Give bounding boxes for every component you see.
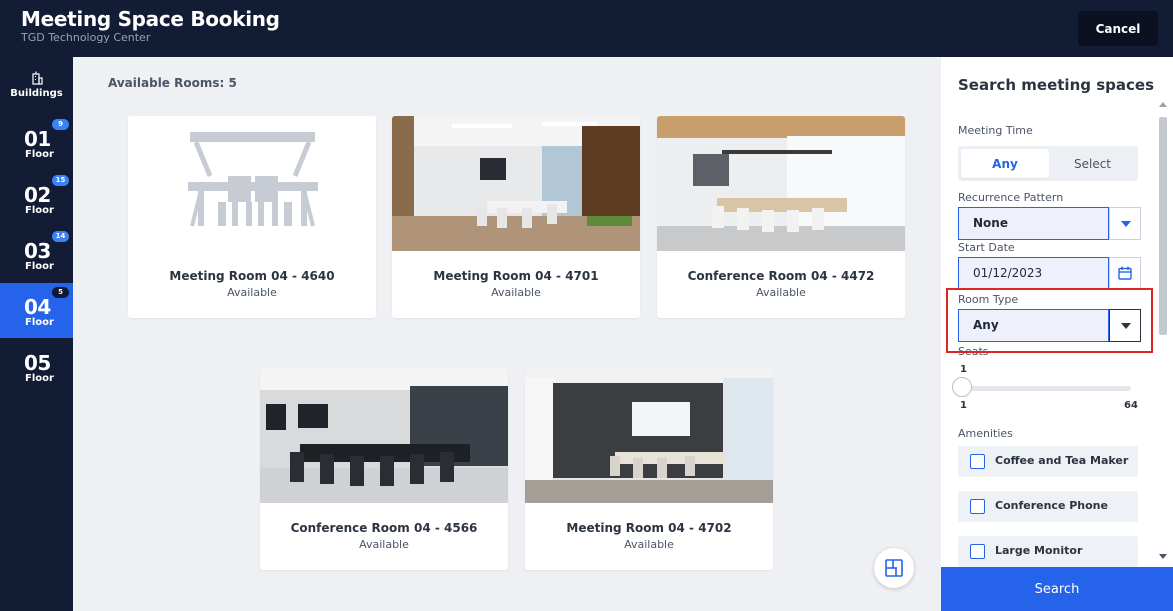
seats-slider-track[interactable]: [961, 386, 1131, 391]
calendar-icon: [1118, 266, 1132, 280]
room-card[interactable]: Meeting Room 04 - 4701 Available: [392, 116, 640, 318]
floor-room-count-badge: 14: [52, 231, 69, 242]
room-name: Meeting Room 04 - 4701: [433, 269, 599, 283]
room-placeholder-image: [128, 116, 376, 251]
amenity-checkbox[interactable]: [970, 544, 985, 559]
room-name: Meeting Room 04 - 4702: [566, 521, 732, 535]
room-status: Available: [227, 286, 277, 299]
room-photo-graphic: [260, 368, 508, 503]
seats-min: 1: [960, 400, 967, 411]
room-card[interactable]: Meeting Room 04 - 4640 Available: [128, 116, 376, 318]
recurrence-label: Recurrence Pattern: [958, 191, 1064, 204]
floor-room-count-badge: 5: [52, 287, 69, 298]
floor-rail: Buildings 01 9 Floor 02 15 Floor 03 14 F…: [0, 57, 73, 611]
floor-label: Floor: [25, 149, 54, 160]
buildings-label: Buildings: [10, 88, 63, 99]
floor-plan-button[interactable]: [874, 548, 914, 588]
room-status: Available: [756, 286, 806, 299]
search-button[interactable]: Search: [941, 567, 1173, 611]
seats-slider-thumb[interactable]: [952, 377, 972, 397]
floor-number: 05: [24, 351, 51, 375]
floor-item-02[interactable]: 02 15 Floor: [0, 171, 73, 226]
meeting-time-select[interactable]: Select: [1050, 149, 1135, 178]
room-name: Conference Room 04 - 4566: [290, 521, 478, 535]
amenity-label: Coffee and Tea Maker: [995, 454, 1129, 467]
floor-item-01[interactable]: 01 9 Floor: [0, 115, 73, 170]
room-card[interactable]: Meeting Room 04 - 4702 Available: [525, 368, 773, 570]
recurrence-dropdown-button[interactable]: [1109, 207, 1141, 240]
floor-number: 04: [24, 295, 51, 319]
room-photo: [525, 368, 773, 503]
meeting-time-any[interactable]: Any: [961, 149, 1049, 178]
scroll-down-icon[interactable]: [1159, 554, 1167, 559]
floor-number: 03: [24, 239, 51, 263]
amenity-checkbox[interactable]: [970, 454, 985, 469]
amenity-label: Large Monitor: [995, 544, 1083, 557]
floor-label: Floor: [25, 373, 54, 384]
meeting-time-toggle: Any Select: [958, 146, 1138, 181]
floor-item-03[interactable]: 03 14 Floor: [0, 227, 73, 282]
seats-value: 1: [960, 364, 967, 375]
floor-number: 01: [24, 127, 51, 151]
floor-item-04[interactable]: 04 5 Floor: [0, 283, 73, 338]
meeting-time-label: Meeting Time: [958, 124, 1033, 137]
floor-number: 02: [24, 183, 51, 207]
amenity-large-monitor[interactable]: Large Monitor: [958, 536, 1138, 567]
floor-label: Floor: [25, 205, 54, 216]
room-photo-graphic: [392, 116, 640, 251]
cancel-button[interactable]: Cancel: [1078, 11, 1158, 46]
app-header: Meeting Space Booking TGD Technology Cen…: [0, 0, 1173, 57]
floor-plan-icon: [885, 559, 903, 577]
room-photo-graphic: [525, 368, 773, 503]
buildings-nav-item[interactable]: Buildings: [0, 71, 73, 111]
amenity-conference-phone[interactable]: Conference Phone: [958, 491, 1138, 522]
amenities-label: Amenities: [958, 427, 1013, 440]
room-name: Meeting Room 04 - 4640: [169, 269, 335, 283]
scroll-up-icon[interactable]: [1159, 102, 1167, 107]
start-date-label: Start Date: [958, 241, 1015, 254]
amenity-checkbox[interactable]: [970, 499, 985, 514]
meeting-table-icon: [188, 132, 318, 227]
room-type-highlight: [946, 288, 1153, 353]
room-card[interactable]: Conference Room 04 - 4472 Available: [657, 116, 905, 318]
room-photo: [260, 368, 508, 503]
room-photo: [392, 116, 640, 251]
app-title: Meeting Space Booking: [21, 7, 280, 31]
room-name: Conference Room 04 - 4472: [687, 269, 875, 283]
start-date-input[interactable]: 01/12/2023: [958, 257, 1109, 290]
floor-room-count-badge: 9: [52, 119, 69, 130]
room-status: Available: [359, 538, 409, 551]
floor-item-05[interactable]: 05 Floor: [0, 339, 73, 394]
available-rooms-count: Available Rooms: 5: [108, 76, 237, 90]
floor-label: Floor: [25, 317, 54, 328]
room-photo-graphic: [657, 116, 905, 251]
amenity-label: Conference Phone: [995, 499, 1108, 512]
room-status: Available: [491, 286, 541, 299]
panel-scrollbar[interactable]: [1156, 97, 1169, 567]
building-icon: [31, 71, 43, 85]
room-photo: [657, 116, 905, 251]
recurrence-select[interactable]: None: [958, 207, 1109, 240]
app-subtitle: TGD Technology Center: [21, 31, 151, 44]
seats-max: 64: [1124, 400, 1138, 411]
amenity-coffee-and-tea-maker[interactable]: Coffee and Tea Maker: [958, 446, 1138, 477]
room-status: Available: [624, 538, 674, 551]
floor-room-count-badge: 15: [52, 175, 69, 186]
room-card[interactable]: Conference Room 04 - 4566 Available: [260, 368, 508, 570]
scrollbar-thumb[interactable]: [1159, 117, 1167, 335]
chevron-down-icon: [1121, 221, 1131, 227]
search-panel-title: Search meeting spaces: [958, 76, 1154, 94]
floor-label: Floor: [25, 261, 54, 272]
calendar-button[interactable]: [1109, 257, 1141, 290]
